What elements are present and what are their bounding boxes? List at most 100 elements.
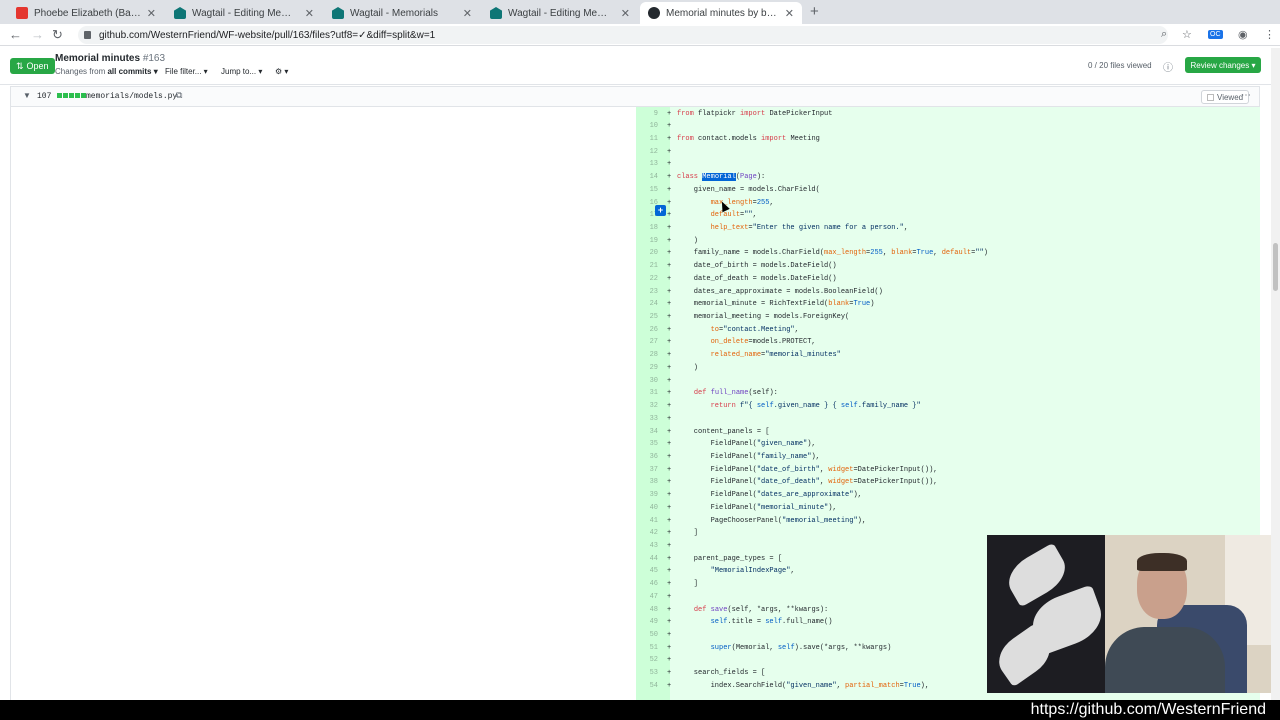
- line-number[interactable]: 53: [636, 667, 658, 680]
- addition-marker: +: [667, 389, 672, 398]
- changes-from-menu[interactable]: Changes from all commits ▾: [55, 67, 158, 76]
- line-number[interactable]: 28: [636, 349, 658, 362]
- code-text: help_text="Enter the given name for a pe…: [710, 223, 909, 232]
- browser-tab[interactable]: Wagtail - Memorials ✕: [324, 2, 480, 24]
- code-line: 14 + class Memorial(Page):: [636, 171, 1260, 184]
- code-text: PageChooserPanel("memorial_meeting"),: [677, 516, 867, 525]
- close-icon[interactable]: ✕: [305, 7, 314, 20]
- line-number[interactable]: 11: [636, 133, 658, 146]
- browser-tab[interactable]: Wagtail - Editing Memorial: Pl ✕: [482, 2, 638, 24]
- line-number[interactable]: 9: [636, 108, 658, 121]
- address-bar[interactable]: github.com/WesternFriend/WF-website/pull…: [78, 26, 1168, 44]
- line-number[interactable]: 12: [636, 146, 658, 159]
- code-line: 17 + default="",: [636, 209, 1260, 222]
- line-number[interactable]: 41: [636, 515, 658, 528]
- line-number[interactable]: 27: [636, 336, 658, 349]
- code-line: 24 + memorial_minute = RichTextField(blan…: [636, 298, 1260, 311]
- line-number[interactable]: 32: [636, 400, 658, 413]
- profile-icon[interactable]: ◉: [1238, 28, 1248, 41]
- star-icon[interactable]: ☆: [1182, 28, 1192, 41]
- copy-icon[interactable]: ⧉: [176, 90, 182, 101]
- checkbox-icon: [1207, 93, 1214, 101]
- browser-tab-active[interactable]: Memorial minutes by brylie ✕: [640, 2, 802, 24]
- code-line: 41 + PageChooserPanel("memorial_meeting")…: [636, 515, 1260, 528]
- addition-marker: +: [667, 541, 672, 550]
- addition-marker: +: [667, 567, 672, 576]
- close-icon[interactable]: ✕: [147, 7, 156, 20]
- forward-icon[interactable]: →: [31, 27, 44, 42]
- line-number[interactable]: 46: [636, 578, 658, 591]
- info-icon[interactable]: ⓘ: [1163, 59, 1173, 74]
- line-number[interactable]: 30: [636, 375, 658, 388]
- line-number[interactable]: 50: [636, 629, 658, 642]
- close-icon[interactable]: ✕: [785, 7, 794, 20]
- code-line: 31 + def full_name(self):: [636, 387, 1260, 400]
- reload-icon[interactable]: ↻: [52, 27, 63, 43]
- code-line: 12 +: [636, 146, 1260, 159]
- wagtail-icon: [490, 7, 502, 19]
- line-number[interactable]: 45: [636, 565, 658, 578]
- search-icon[interactable]: ⌕: [1161, 28, 1167, 41]
- line-number[interactable]: 54: [636, 680, 658, 693]
- line-number[interactable]: 35: [636, 438, 658, 451]
- line-number[interactable]: 42: [636, 527, 658, 540]
- line-number[interactable]: 21: [636, 260, 658, 273]
- diffstat-block: [63, 93, 69, 98]
- line-number[interactable]: 31: [636, 387, 658, 400]
- line-number[interactable]: 18: [636, 222, 658, 235]
- line-number[interactable]: 29: [636, 362, 658, 375]
- line-number[interactable]: 48: [636, 604, 658, 617]
- pull-request-icon: ⇅: [16, 60, 24, 71]
- new-tab-icon[interactable]: +: [810, 3, 819, 20]
- code-line: 40 + FieldPanel("memorial_minute"),: [636, 502, 1260, 515]
- line-number[interactable]: 37: [636, 464, 658, 477]
- line-number[interactable]: 20: [636, 247, 658, 260]
- menu-icon[interactable]: ⋮: [1264, 28, 1275, 41]
- add-comment-button[interactable]: +: [655, 205, 666, 216]
- review-changes-button[interactable]: Review changes ▾: [1185, 57, 1261, 73]
- addition-marker: +: [667, 554, 672, 563]
- pr-number[interactable]: #163: [143, 53, 165, 64]
- line-number[interactable]: 51: [636, 642, 658, 655]
- line-number[interactable]: 23: [636, 286, 658, 299]
- close-icon[interactable]: ✕: [621, 7, 630, 20]
- more-options-icon[interactable]: ⋯: [1241, 90, 1251, 101]
- line-number[interactable]: 25: [636, 311, 658, 324]
- line-number[interactable]: 52: [636, 654, 658, 667]
- code-line: 20 + family_name = models.CharField(max_l…: [636, 247, 1260, 260]
- chevron-down-icon[interactable]: ▼: [23, 91, 31, 100]
- code-text: FieldPanel("date_of_birth", widget=DateP…: [677, 465, 938, 474]
- code-text: default="",: [710, 211, 757, 220]
- line-number[interactable]: 44: [636, 553, 658, 566]
- browser-tab[interactable]: Wagtail - Editing Memorial: Pl ✕: [166, 2, 322, 24]
- diff-settings-menu[interactable]: ⚙ ▾: [275, 67, 288, 76]
- line-number[interactable]: 14: [636, 171, 658, 184]
- file-name[interactable]: memorials/models.py: [86, 92, 177, 101]
- line-number[interactable]: 15: [636, 184, 658, 197]
- line-number[interactable]: 33: [636, 413, 658, 426]
- line-number[interactable]: 13: [636, 158, 658, 171]
- jump-to-menu[interactable]: Jump to... ▾: [221, 67, 262, 76]
- line-number[interactable]: 24: [636, 298, 658, 311]
- line-number[interactable]: 34: [636, 426, 658, 439]
- line-number[interactable]: 38: [636, 476, 658, 489]
- line-number[interactable]: 19: [636, 235, 658, 248]
- addition-marker: +: [667, 313, 672, 322]
- line-number[interactable]: 40: [636, 502, 658, 515]
- line-number[interactable]: 10: [636, 120, 658, 133]
- line-number[interactable]: 47: [636, 591, 658, 604]
- line-number[interactable]: 22: [636, 273, 658, 286]
- line-number[interactable]: 43: [636, 540, 658, 553]
- line-number[interactable]: 36: [636, 451, 658, 464]
- scrollbar-thumb[interactable]: [1273, 243, 1278, 291]
- addition-marker: +: [667, 605, 672, 614]
- page-scrollbar[interactable]: [1271, 48, 1280, 700]
- back-icon[interactable]: ←: [9, 27, 22, 42]
- line-number[interactable]: 26: [636, 324, 658, 337]
- line-number[interactable]: 49: [636, 616, 658, 629]
- close-icon[interactable]: ✕: [463, 7, 472, 20]
- line-number[interactable]: 39: [636, 489, 658, 502]
- file-filter-menu[interactable]: File filter... ▾: [165, 67, 208, 76]
- browser-tab[interactable]: Phoebe Elizabeth (Bashore) C ✕: [8, 2, 164, 24]
- extension-icon[interactable]: OC: [1208, 30, 1223, 39]
